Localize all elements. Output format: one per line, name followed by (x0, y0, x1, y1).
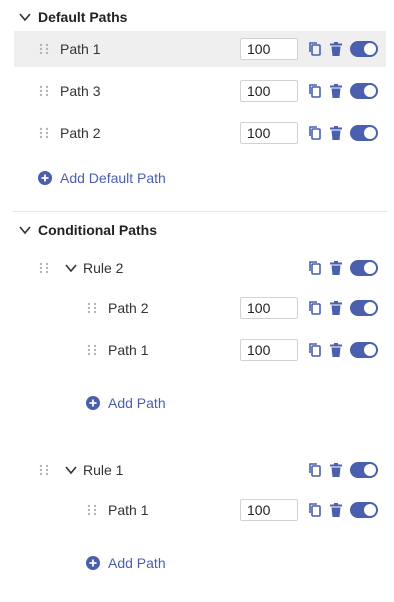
default-path-row: Path 2 (14, 115, 386, 151)
path-toggle[interactable] (350, 83, 378, 99)
path-weight-input[interactable] (240, 38, 298, 60)
drag-handle-icon[interactable] (87, 302, 97, 314)
drag-handle-icon[interactable] (39, 43, 49, 55)
path-label: Path 1 (108, 502, 149, 518)
drag-handle-icon[interactable] (39, 85, 49, 97)
add-default-path-button[interactable]: Add Default Path (38, 170, 166, 186)
add-path-label: Add Path (108, 395, 166, 411)
path-weight-input[interactable] (240, 122, 298, 144)
path-label: Path 2 (108, 300, 149, 316)
add-default-path-label: Add Default Path (60, 170, 166, 186)
rule-toggle[interactable] (350, 260, 378, 276)
copy-icon[interactable] (308, 125, 322, 141)
rule-path-row: Path 2 (62, 290, 386, 326)
copy-icon[interactable] (308, 462, 322, 478)
copy-icon[interactable] (308, 41, 322, 57)
trash-icon[interactable] (329, 260, 343, 276)
default-path-row: Path 3 (14, 73, 386, 109)
rule-row: Rule 2 (14, 250, 386, 286)
trash-icon[interactable] (329, 462, 343, 478)
drag-handle-icon[interactable] (39, 127, 49, 139)
path-toggle[interactable] (350, 125, 378, 141)
rule-path-row: Path 1 (62, 332, 386, 368)
path-label: Path 1 (60, 41, 101, 57)
add-path-button[interactable]: Add Path (86, 555, 166, 571)
add-circle-icon (38, 171, 52, 185)
path-weight-input[interactable] (240, 499, 298, 521)
chevron-down-icon[interactable] (18, 10, 32, 24)
path-label: Path 2 (60, 125, 101, 141)
rule-path-row: Path 1 (62, 492, 386, 528)
conditional-paths-header[interactable]: Conditional Paths (18, 219, 157, 241)
trash-icon[interactable] (329, 502, 343, 518)
rule-label: Rule 1 (83, 462, 124, 478)
trash-icon[interactable] (329, 41, 343, 57)
copy-icon[interactable] (308, 83, 322, 99)
drag-handle-icon[interactable] (87, 344, 97, 356)
chevron-down-icon[interactable] (18, 223, 32, 237)
copy-icon[interactable] (308, 342, 322, 358)
add-circle-icon (86, 396, 100, 410)
trash-icon[interactable] (329, 125, 343, 141)
trash-icon[interactable] (329, 300, 343, 316)
default-paths-header[interactable]: Default Paths (18, 6, 127, 28)
copy-icon[interactable] (308, 260, 322, 276)
rule-label: Rule 2 (83, 260, 124, 276)
chevron-down-icon[interactable] (64, 261, 78, 275)
path-label: Path 1 (108, 342, 149, 358)
default-path-row: Path 1 (14, 31, 386, 67)
path-toggle[interactable] (350, 300, 378, 316)
drag-handle-icon[interactable] (39, 464, 49, 476)
drag-handle-icon[interactable] (87, 504, 97, 516)
rule-toggle[interactable] (350, 462, 378, 478)
trash-icon[interactable] (329, 83, 343, 99)
path-toggle[interactable] (350, 502, 378, 518)
path-toggle[interactable] (350, 342, 378, 358)
copy-icon[interactable] (308, 300, 322, 316)
add-path-button[interactable]: Add Path (86, 395, 166, 411)
path-label: Path 3 (60, 83, 101, 99)
add-path-label: Add Path (108, 555, 166, 571)
default-paths-title: Default Paths (38, 9, 128, 25)
path-weight-input[interactable] (240, 339, 298, 361)
path-weight-input[interactable] (240, 297, 298, 319)
trash-icon[interactable] (329, 342, 343, 358)
drag-handle-icon[interactable] (39, 262, 49, 274)
rule-row: Rule 1 (14, 452, 386, 488)
chevron-down-icon[interactable] (64, 463, 78, 477)
copy-icon[interactable] (308, 502, 322, 518)
add-circle-icon (86, 556, 100, 570)
path-weight-input[interactable] (240, 80, 298, 102)
path-toggle[interactable] (350, 41, 378, 57)
section-divider (12, 211, 388, 212)
conditional-paths-title: Conditional Paths (38, 222, 157, 238)
